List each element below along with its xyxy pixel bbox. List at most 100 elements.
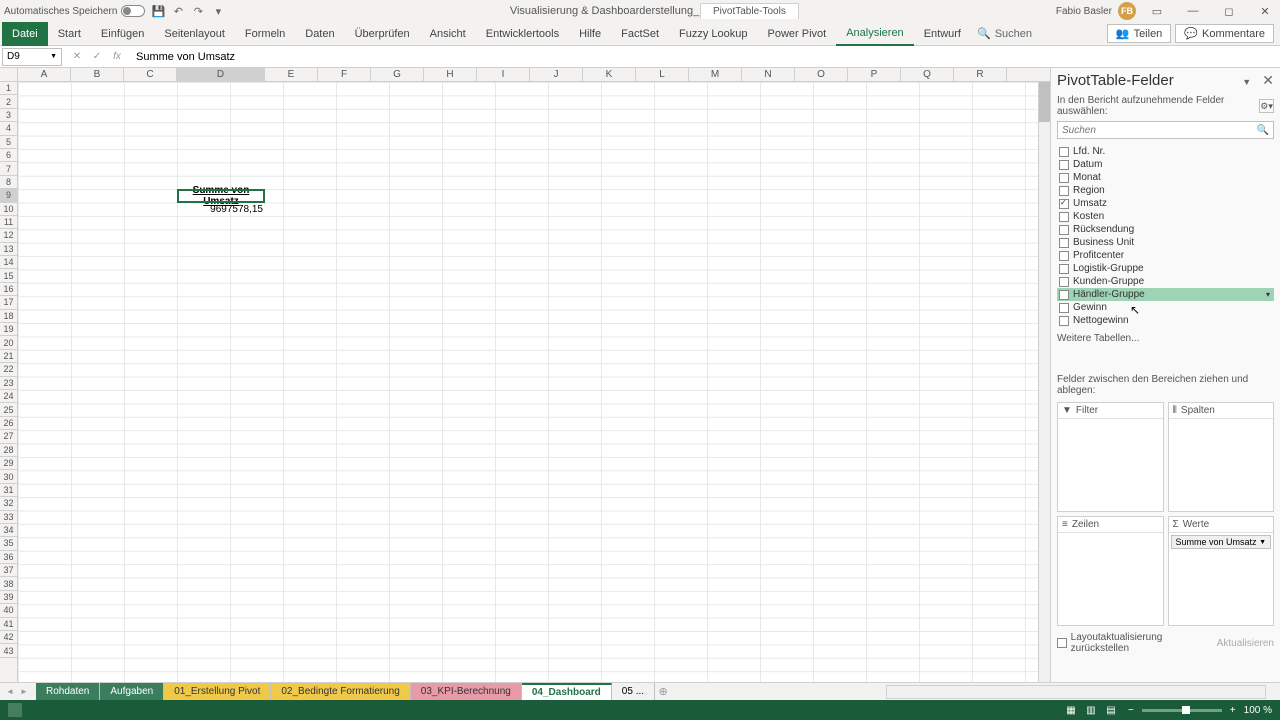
row-header-35[interactable]: 35 [0, 537, 17, 550]
zoom-level[interactable]: 100 % [1244, 705, 1272, 716]
col-header-c[interactable]: C [124, 68, 177, 81]
vertical-scrollbar[interactable] [1038, 82, 1050, 682]
row-header-39[interactable]: 39 [0, 591, 17, 604]
sheet-tab-01-pivot[interactable]: 01_Erstellung Pivot [164, 683, 271, 701]
row-header-8[interactable]: 8 [0, 176, 17, 189]
row-header-42[interactable]: 42 [0, 631, 17, 644]
row-header-23[interactable]: 23 [0, 377, 17, 390]
row-header-43[interactable]: 43 [0, 644, 17, 657]
row-header-34[interactable]: 34 [0, 524, 17, 537]
page-break-view-icon[interactable]: ▤ [1102, 703, 1120, 717]
col-header-e[interactable]: E [265, 68, 318, 81]
row-header-19[interactable]: 19 [0, 323, 17, 336]
row-header-33[interactable]: 33 [0, 511, 17, 524]
scrollbar-thumb[interactable] [1039, 82, 1050, 122]
field-item-kunden-gruppe[interactable]: Kunden-Gruppe [1057, 275, 1274, 288]
tab-hilfe[interactable]: Hilfe [569, 22, 611, 46]
row-header-17[interactable]: 17 [0, 296, 17, 309]
sheet-tab-aufgaben[interactable]: Aufgaben [100, 683, 164, 701]
row-header-28[interactable]: 28 [0, 444, 17, 457]
area-filters[interactable]: ▼Filter [1057, 402, 1164, 512]
save-icon[interactable]: 💾 [151, 4, 165, 18]
field-item-kosten[interactable]: Kosten [1057, 210, 1274, 223]
values-item-umsatz[interactable]: Summe von Umsatz ▼ [1171, 535, 1272, 549]
tab-datei[interactable]: Datei [2, 22, 48, 46]
area-columns[interactable]: ⦀Spalten [1168, 402, 1275, 512]
row-header-38[interactable]: 38 [0, 577, 17, 590]
col-header-h[interactable]: H [424, 68, 477, 81]
field-item-datum[interactable]: Datum [1057, 158, 1274, 171]
row-header-13[interactable]: 13 [0, 243, 17, 256]
context-tab-pivottable-tools[interactable]: PivotTable-Tools [700, 3, 799, 19]
comments-button[interactable]: 💬 Kommentare [1175, 24, 1274, 43]
sheet-tab-04-dashboard[interactable]: 04_Dashboard [522, 683, 612, 701]
field-search-box[interactable]: 🔍 [1057, 121, 1274, 139]
search-icon[interactable]: 🔍 [977, 27, 991, 40]
col-header-j[interactable]: J [530, 68, 583, 81]
row-header-22[interactable]: 22 [0, 363, 17, 376]
row-header-24[interactable]: 24 [0, 390, 17, 403]
tab-einfuegen[interactable]: Einfügen [91, 22, 154, 46]
cell-d10[interactable]: 9697578,15 [177, 203, 265, 216]
field-item-logistik-gruppe[interactable]: Logistik-Gruppe [1057, 262, 1274, 275]
tab-factset[interactable]: FactSet [611, 22, 669, 46]
field-item-gewinn[interactable]: Gewinn [1057, 301, 1274, 314]
tab-power-pivot[interactable]: Power Pivot [758, 22, 837, 46]
field-item-h-ndler-gruppe[interactable]: Händler-Gruppe [1057, 288, 1274, 301]
row-header-3[interactable]: 3 [0, 109, 17, 122]
field-item-monat[interactable]: Monat [1057, 171, 1274, 184]
horizontal-scrollbar[interactable] [886, 685, 1266, 699]
redo-icon[interactable]: ↷ [191, 4, 205, 18]
sheet-tab-05[interactable]: 05 ... [612, 683, 655, 701]
tab-formeln[interactable]: Formeln [235, 22, 295, 46]
zoom-in-icon[interactable]: + [1230, 705, 1236, 716]
row-header-6[interactable]: 6 [0, 149, 17, 162]
row-header-36[interactable]: 36 [0, 551, 17, 564]
record-macro-icon[interactable] [8, 703, 22, 717]
autosave-toggle[interactable]: Automatisches Speichern [4, 5, 145, 17]
col-header-g[interactable]: G [371, 68, 424, 81]
formula-input[interactable] [130, 48, 1280, 66]
tab-ueberpruefen[interactable]: Überprüfen [345, 22, 420, 46]
zoom-slider[interactable] [1142, 709, 1222, 712]
col-header-p[interactable]: P [848, 68, 901, 81]
field-item-r-cksendung[interactable]: Rücksendung [1057, 223, 1274, 236]
normal-view-icon[interactable]: ▦ [1062, 703, 1080, 717]
row-header-27[interactable]: 27 [0, 430, 17, 443]
ribbon-display-icon[interactable]: ▭ [1142, 0, 1172, 22]
field-search-input[interactable] [1062, 125, 1257, 136]
tab-daten[interactable]: Daten [295, 22, 344, 46]
col-header-n[interactable]: N [742, 68, 795, 81]
col-header-k[interactable]: K [583, 68, 636, 81]
row-header-26[interactable]: 26 [0, 417, 17, 430]
col-header-a[interactable]: A [18, 68, 71, 81]
tab-ansicht[interactable]: Ansicht [420, 22, 476, 46]
tab-start[interactable]: Start [48, 22, 91, 46]
fx-icon[interactable]: fx [108, 48, 126, 66]
field-item-region[interactable]: Region [1057, 184, 1274, 197]
tab-entwicklertools[interactable]: Entwicklertools [476, 22, 569, 46]
enter-formula-icon[interactable]: ✓ [88, 48, 106, 66]
zoom-out-icon[interactable]: − [1128, 705, 1134, 716]
row-header-41[interactable]: 41 [0, 618, 17, 631]
row-header-25[interactable]: 25 [0, 403, 17, 416]
row-header-32[interactable]: 32 [0, 497, 17, 510]
col-header-i[interactable]: I [477, 68, 530, 81]
more-tables-link[interactable]: Weitere Tabellen... [1057, 333, 1274, 344]
area-values[interactable]: ΣWerte Summe von Umsatz ▼ [1168, 516, 1275, 626]
name-box[interactable]: D9 ▼ [2, 48, 62, 66]
row-header-14[interactable]: 14 [0, 256, 17, 269]
row-header-9[interactable]: 9 [0, 189, 17, 202]
field-item-lfd--nr-[interactable]: Lfd. Nr. [1057, 145, 1274, 158]
row-header-10[interactable]: 10 [0, 203, 17, 216]
row-header-15[interactable]: 15 [0, 269, 17, 282]
tab-nav-next-icon[interactable]: ► [18, 686, 30, 698]
share-button[interactable]: 👥 Teilen [1107, 24, 1171, 43]
sheet-tab-02-formatierung[interactable]: 02_Bedingte Formatierung [271, 683, 410, 701]
update-button[interactable]: Aktualisieren [1217, 638, 1274, 649]
row-header-31[interactable]: 31 [0, 484, 17, 497]
row-header-21[interactable]: 21 [0, 350, 17, 363]
row-header-2[interactable]: 2 [0, 95, 17, 108]
field-item-profitcenter[interactable]: Profitcenter [1057, 249, 1274, 262]
field-item-nettogewinn[interactable]: Nettogewinn [1057, 314, 1274, 327]
